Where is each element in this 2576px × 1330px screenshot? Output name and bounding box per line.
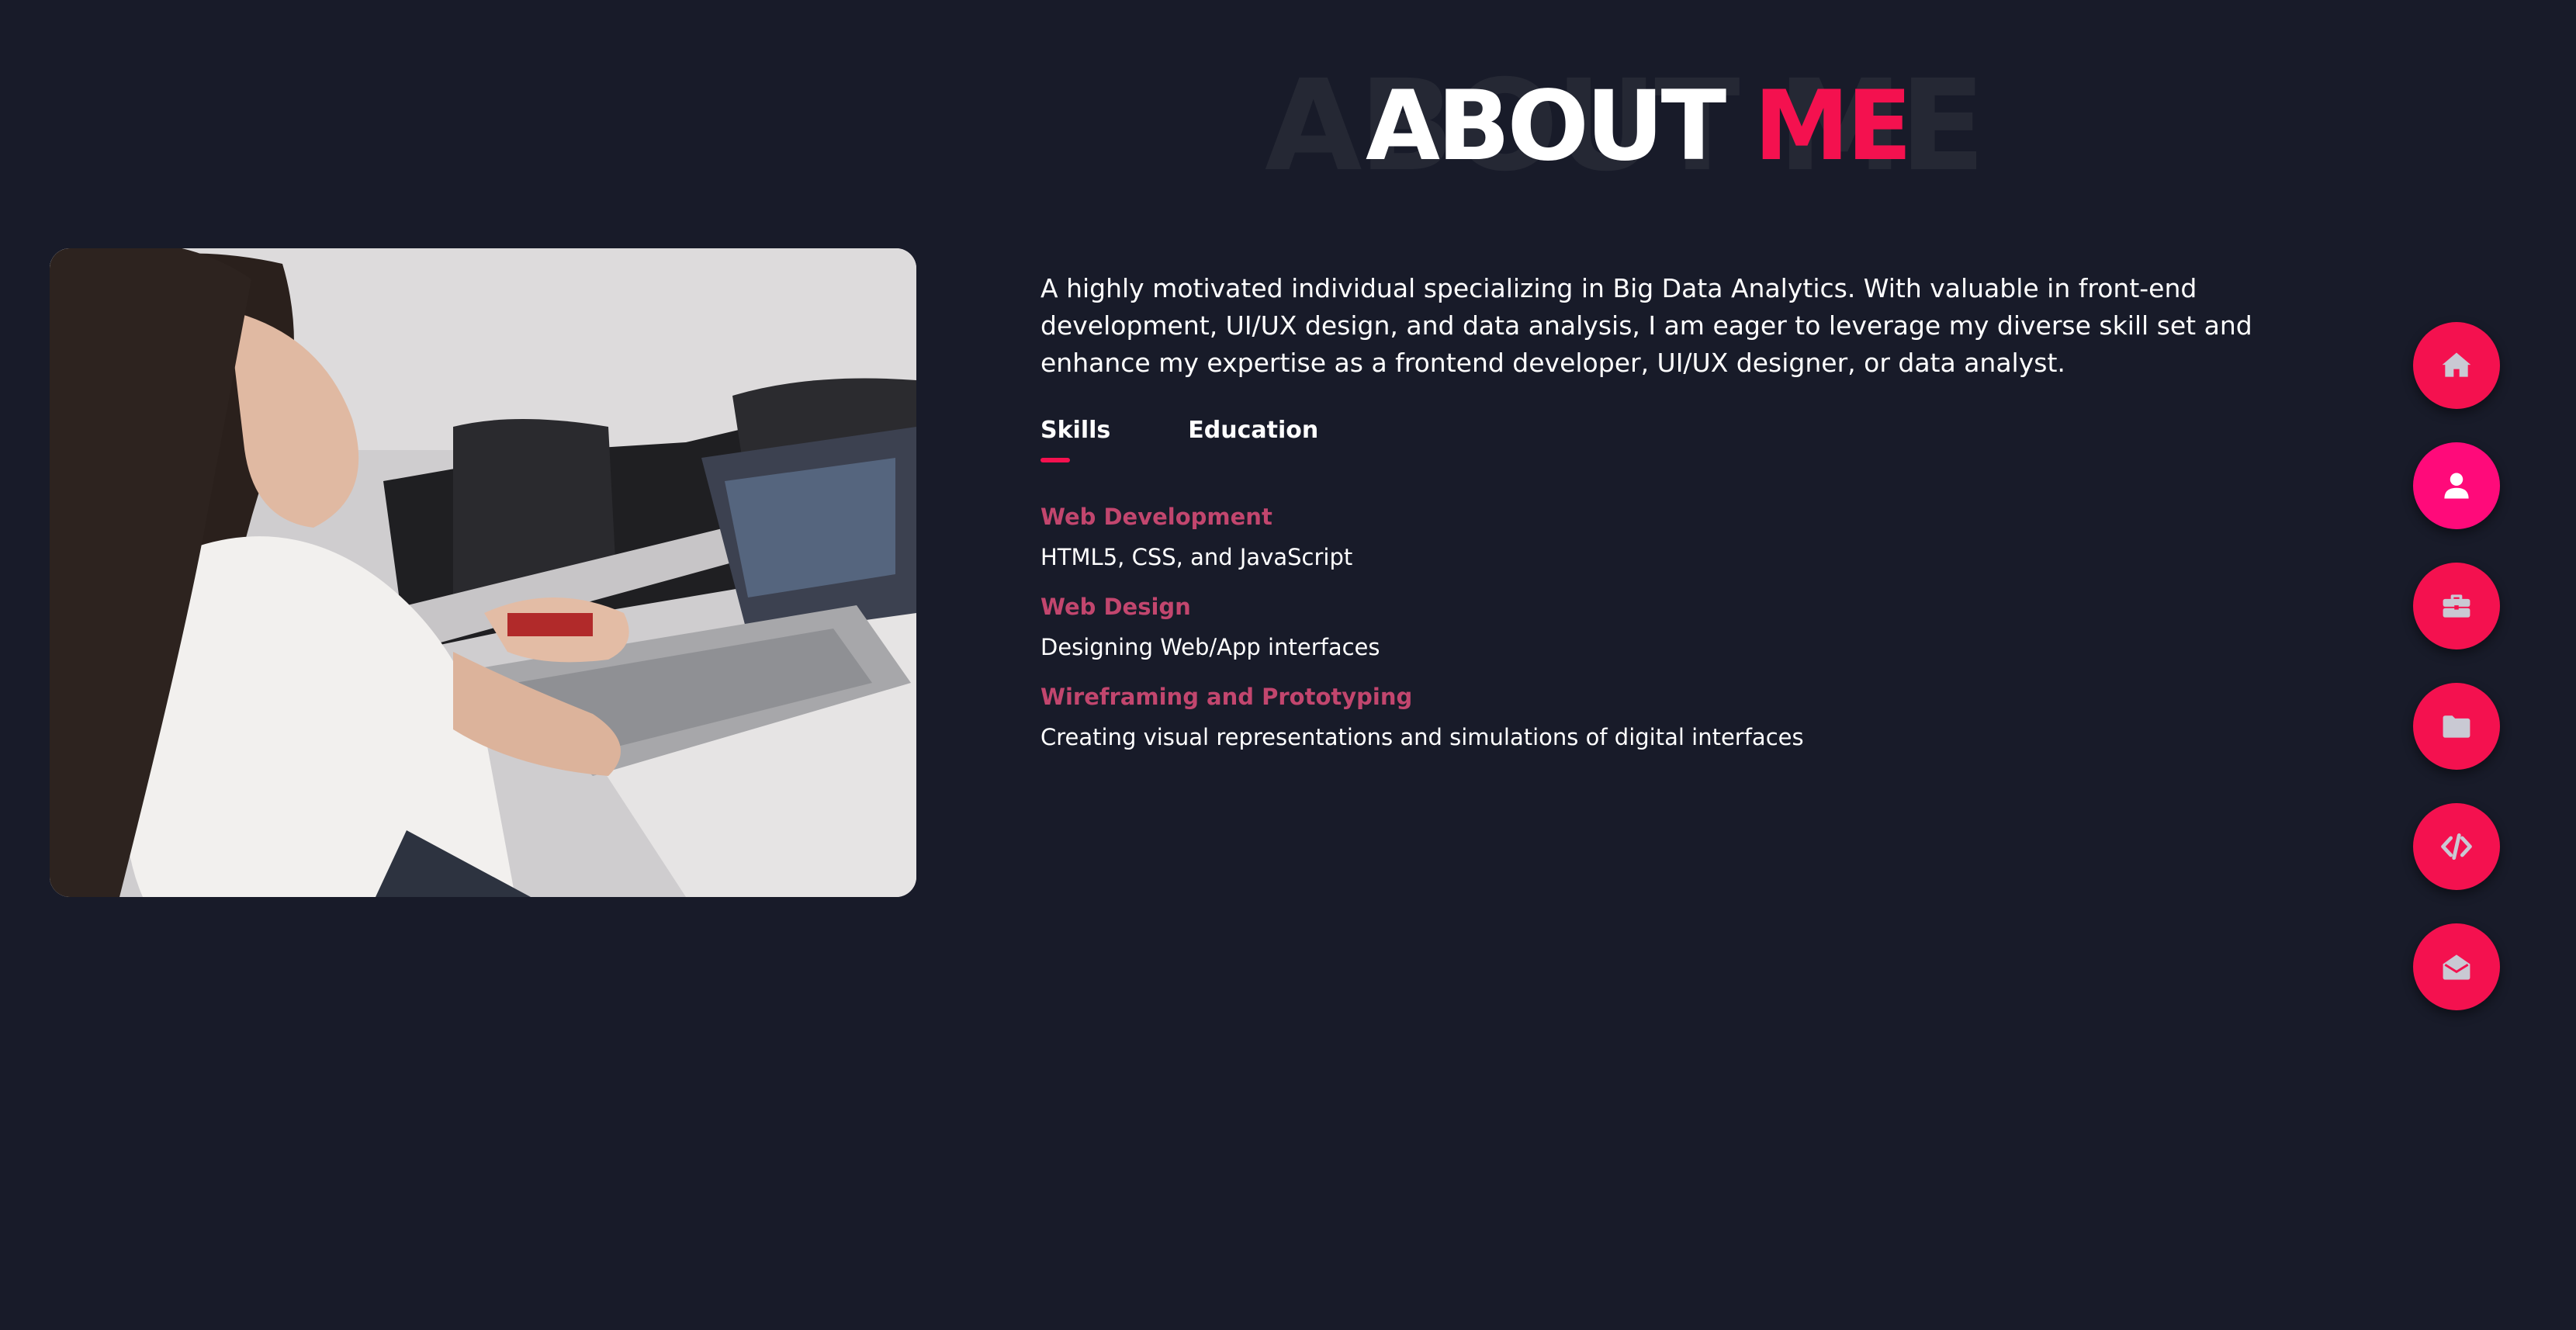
skills-list: Web Development HTML5, CSS, and JavaScri… <box>1040 501 2344 753</box>
about-content: A highly motivated individual specializi… <box>1040 270 2344 771</box>
skill-description: Creating visual representations and simu… <box>1040 724 1804 750</box>
skill-description: HTML5, CSS, and JavaScript <box>1040 544 1353 570</box>
skill-item: Web Design Designing Web/App interfaces <box>1040 591 2344 663</box>
nav-about-button[interactable] <box>2413 442 2500 529</box>
skill-title: Web Design <box>1040 594 1191 620</box>
skill-title: Wireframing and Prototyping <box>1040 684 1413 710</box>
skill-title: Web Development <box>1040 504 1272 530</box>
nav-contact-button[interactable] <box>2413 923 2500 1010</box>
profile-photo-image <box>50 248 916 897</box>
nav-portfolio-button[interactable] <box>2413 683 2500 770</box>
heading-title-white: ABOUT <box>1366 71 1726 182</box>
bio-text: A highly motivated individual specializi… <box>1040 273 2252 378</box>
skill-item: Wireframing and Prototyping Creating vis… <box>1040 681 2344 753</box>
skill-description: Designing Web/App interfaces <box>1040 634 1380 660</box>
tab-skills[interactable]: Skills <box>1040 417 1110 462</box>
briefcase-icon <box>2443 594 2470 618</box>
folder-icon <box>2443 715 2470 738</box>
heading-title-accent: ME <box>1754 71 1912 182</box>
code-icon <box>2441 833 2472 861</box>
side-navigation <box>2413 322 2500 1044</box>
skill-item: Web Development HTML5, CSS, and JavaScri… <box>1040 501 2344 573</box>
about-tabs: Skills Education <box>1040 417 2344 462</box>
section-heading: ABOUT ME ABOUT ME <box>1265 61 1986 192</box>
user-icon <box>2444 473 2469 499</box>
about-page: ABOUT ME ABOUT ME A highly motivated ind… <box>0 0 2576 1330</box>
nav-home-button[interactable] <box>2413 322 2500 409</box>
envelope-open-icon <box>2443 954 2470 980</box>
heading-title: ABOUT ME <box>1366 61 1912 192</box>
nav-code-button[interactable] <box>2413 803 2500 890</box>
nav-services-button[interactable] <box>2413 563 2500 649</box>
tab-education[interactable]: Education <box>1188 417 1318 462</box>
profile-photo <box>50 248 916 897</box>
home-icon <box>2442 352 2471 377</box>
